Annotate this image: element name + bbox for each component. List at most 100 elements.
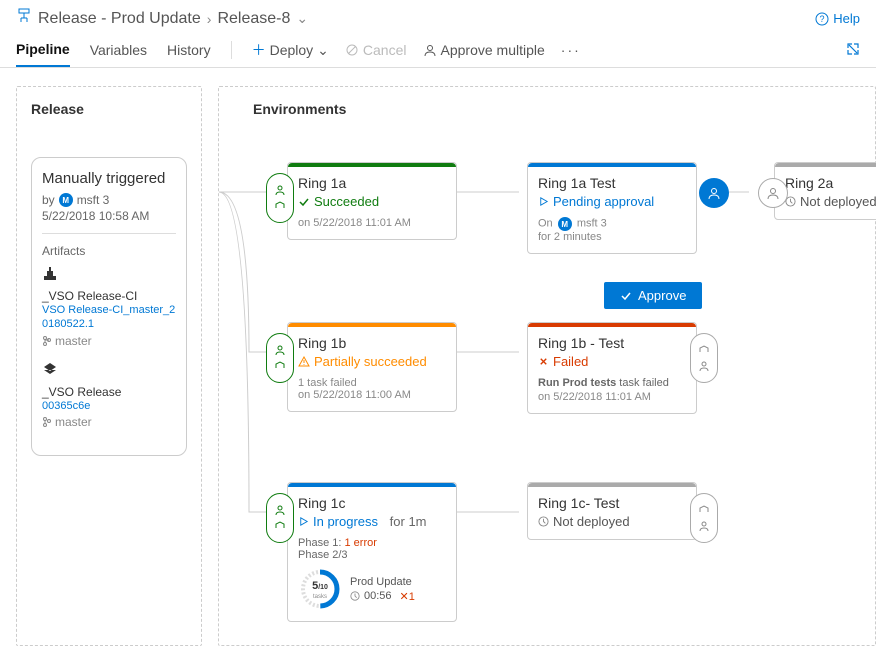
env-status: Not deployed xyxy=(785,194,876,209)
gate-icon xyxy=(698,504,710,516)
release-card[interactable]: Manually triggered by M msft 3 5/22/2018… xyxy=(31,157,187,456)
artifact-name: _VSO Release xyxy=(42,385,176,399)
svg-text:5/10: 5/10 xyxy=(312,580,328,592)
artifact-branch: master xyxy=(42,334,176,348)
play-icon xyxy=(538,196,549,207)
by-label: by xyxy=(42,193,55,207)
repo-icon xyxy=(42,362,58,378)
env-status: Succeeded xyxy=(298,194,446,209)
clock-icon xyxy=(350,591,360,601)
env-name: Ring 1c- Test xyxy=(538,495,686,511)
environments-panel: Environments Ring 1a Succeeded xyxy=(218,86,876,646)
x-icon xyxy=(538,356,549,367)
clock-icon xyxy=(538,516,549,527)
help-label: Help xyxy=(833,11,860,26)
gate-badge[interactable] xyxy=(690,333,718,383)
release-date: 5/22/2018 10:58 AM xyxy=(42,209,176,223)
artifact-version[interactable]: 00365c6e xyxy=(42,399,176,413)
breadcrumb: Release - Prod Update › Release-8 ⌄ xyxy=(16,8,308,29)
gate-icon xyxy=(698,344,710,356)
gate-badge[interactable] xyxy=(690,493,718,543)
release-icon xyxy=(16,8,32,29)
env-card-ring1c[interactable]: Ring 1c In progress for 1m Phase 1: 1 er… xyxy=(287,482,457,622)
gate-badge[interactable] xyxy=(266,173,294,223)
gate-badge[interactable] xyxy=(266,493,294,543)
progress-ring-icon: 5/10 tasks xyxy=(298,567,342,611)
check-icon xyxy=(298,196,310,208)
artifact-branch: master xyxy=(42,415,176,429)
artifact-item[interactable]: _VSO Release 00365c6e master xyxy=(42,362,176,429)
env-status: In progress for 1m xyxy=(298,514,446,529)
approver-icon[interactable] xyxy=(758,178,788,208)
fullscreen-icon[interactable] xyxy=(846,42,860,59)
env-time: 1 task failed on 5/22/2018 11:00 AM xyxy=(298,377,446,401)
user-badge-icon: M xyxy=(558,217,572,231)
approver-icon[interactable] xyxy=(699,178,729,208)
chevron-down-icon: ⌄ xyxy=(317,42,329,59)
breadcrumb-release[interactable]: Release-8 xyxy=(217,10,290,28)
deploy-label: Deploy xyxy=(270,42,314,58)
env-time: on 5/22/2018 11:01 AM xyxy=(298,217,446,229)
cancel-button: Cancel xyxy=(345,42,407,58)
gate-icon xyxy=(274,360,286,372)
cancel-label: Cancel xyxy=(363,42,407,58)
approve-button[interactable]: Approve xyxy=(604,282,702,309)
tab-variables[interactable]: Variables xyxy=(90,34,147,66)
env-status: Partially succeeded xyxy=(298,354,446,369)
user-icon xyxy=(698,360,710,372)
env-name: Ring 1a Test xyxy=(538,175,686,191)
chevron-right-icon: › xyxy=(207,11,212,27)
gate-icon xyxy=(274,520,286,532)
phase-info: Phase 1: 1 error Phase 2/3 xyxy=(298,537,446,561)
tab-history[interactable]: History xyxy=(167,34,211,66)
env-name: Ring 1b - Test xyxy=(538,335,686,351)
by-user: msft 3 xyxy=(77,193,110,207)
branch-icon xyxy=(42,336,52,346)
user-icon xyxy=(274,344,286,356)
env-card-ring1b[interactable]: Ring 1b Partially succeeded 1 task faile… xyxy=(287,322,457,412)
env-card-ring1a-test[interactable]: Ring 1a Test Pending approval On M msft … xyxy=(527,162,697,254)
env-status: Pending approval xyxy=(538,194,686,209)
env-name: Ring 1a xyxy=(298,175,446,191)
deploy-button[interactable]: ＋ Deploy ⌄ xyxy=(252,40,329,60)
user-icon xyxy=(274,184,286,196)
separator xyxy=(231,41,232,59)
gate-icon xyxy=(274,200,286,212)
env-status: Failed xyxy=(538,354,686,369)
env-name: Ring 1b xyxy=(298,335,446,351)
env-card-ring2a[interactable]: Ring 2a Not deployed xyxy=(774,162,876,220)
svg-text:?: ? xyxy=(820,14,825,24)
more-menu[interactable]: ··· xyxy=(561,42,581,58)
env-name: Ring 2a xyxy=(785,175,876,191)
approve-multiple-label: Approve multiple xyxy=(441,42,545,58)
approve-multiple-button[interactable]: Approve multiple xyxy=(423,42,545,58)
fail-detail: Run Prod tests task failed xyxy=(538,377,686,389)
env-card-ring1a[interactable]: Ring 1a Succeeded on 5/22/2018 11:01 AM xyxy=(287,162,457,240)
env-status: Not deployed xyxy=(538,514,686,529)
release-trigger: Manually triggered xyxy=(42,170,176,187)
env-time: on 5/22/2018 11:01 AM xyxy=(538,391,686,403)
svg-text:tasks: tasks xyxy=(313,594,327,600)
gate-badge[interactable] xyxy=(266,333,294,383)
tab-pipeline[interactable]: Pipeline xyxy=(16,33,70,67)
play-icon xyxy=(298,516,309,527)
env-card-ring1c-test[interactable]: Ring 1c- Test Not deployed xyxy=(527,482,697,540)
artifact-version[interactable]: VSO Release-CI_master_20180522.1 xyxy=(42,303,176,332)
release-panel: Release Manually triggered by M msft 3 5… xyxy=(16,86,202,646)
artifact-name: _VSO Release-CI xyxy=(42,289,176,303)
user-icon xyxy=(274,504,286,516)
env-card-ring1b-test[interactable]: Ring 1b - Test Failed Run Prod tests tas… xyxy=(527,322,697,414)
user-icon xyxy=(698,520,710,532)
env-time: On M msft 3 for 2 minutes xyxy=(538,217,686,243)
chevron-down-icon[interactable]: ⌄ xyxy=(296,10,308,27)
env-name: Ring 1c xyxy=(298,495,446,511)
breadcrumb-project[interactable]: Release - Prod Update xyxy=(38,10,201,28)
artifacts-label: Artifacts xyxy=(42,244,176,258)
branch-icon xyxy=(42,417,52,427)
artifact-item[interactable]: _VSO Release-CI VSO Release-CI_master_20… xyxy=(42,266,176,348)
check-icon xyxy=(620,290,632,302)
release-by: by M msft 3 xyxy=(42,193,176,207)
help-link[interactable]: ? Help xyxy=(815,11,860,26)
progress-box: 5/10 tasks Prod Update 00:56 ✕1 xyxy=(298,567,446,611)
user-badge-icon: M xyxy=(59,193,73,207)
